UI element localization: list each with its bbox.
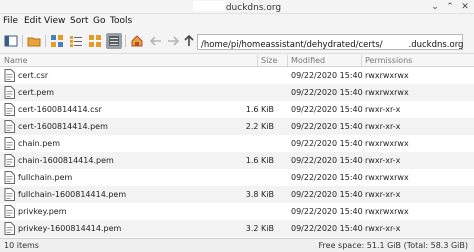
column-divider[interactable] xyxy=(287,55,288,66)
column-header-row: Name Size Modified Permissions xyxy=(0,54,474,67)
file-row[interactable]: fullchain-1600814414.pem 3.8 KiB 09/22/2… xyxy=(0,186,474,203)
detailed-view-icon[interactable] xyxy=(106,33,122,49)
file-name: privkey-1600814414.pem xyxy=(18,224,122,233)
toolbar-separator xyxy=(45,35,46,47)
file-modified: 09/22/2020 15:40 xyxy=(291,207,363,216)
list-view-icon[interactable] xyxy=(87,33,103,49)
file-name: cert.pem xyxy=(18,88,55,97)
file-row[interactable]: fullchain.pem 09/22/2020 15:40 rwxrwxrwx xyxy=(0,169,474,186)
file-size: 1.6 KiB xyxy=(245,156,274,165)
column-divider[interactable] xyxy=(361,55,362,66)
column-header-modified[interactable]: Modified xyxy=(291,56,325,65)
file-row[interactable]: privkey-1600814414.pem 3.2 KiB 09/22/202… xyxy=(0,220,474,237)
file-icon xyxy=(4,154,15,167)
file-icon xyxy=(4,205,15,218)
file-row[interactable]: cert-1600814414.pem 2.2 KiB 09/22/2020 1… xyxy=(0,118,474,135)
file-size: 3.2 KiB xyxy=(245,224,274,233)
file-name: cert-1600814414.pem xyxy=(18,122,108,131)
file-row[interactable]: cert-1600814414.csr 1.6 KiB 09/22/2020 1… xyxy=(0,101,474,118)
toolbar-separator xyxy=(22,35,23,47)
file-permissions: rwxr-xr-x xyxy=(365,156,401,165)
file-permissions: rwxrwxrwx xyxy=(365,139,409,148)
file-permissions: rwxr-xr-x xyxy=(365,224,401,233)
home-icon[interactable] xyxy=(129,33,145,49)
menu-tools[interactable]: Tools xyxy=(110,16,132,26)
menu-sort[interactable]: Sort xyxy=(70,16,88,26)
window-title: duckdns.org xyxy=(225,3,282,13)
file-modified: 09/22/2020 15:40 xyxy=(291,105,363,114)
file-icon xyxy=(4,188,15,201)
redacted-block xyxy=(192,1,225,11)
file-row[interactable]: cert.pem 09/22/2020 15:40 rwxrwxrwx xyxy=(0,84,474,101)
file-icon xyxy=(4,120,15,133)
status-bar: 10 items Free space: 51.1 GiB (Total: 58… xyxy=(0,238,474,252)
file-icon xyxy=(4,171,15,184)
file-modified: 09/22/2020 15:40 xyxy=(291,88,363,97)
file-row[interactable]: chain-1600814414.pem 1.6 KiB 09/22/2020 … xyxy=(0,152,474,169)
toolbar: /home/pi/homeassistant/dehydrated/certs/… xyxy=(0,29,474,54)
icon-view-icon[interactable] xyxy=(49,33,65,49)
file-name: cert.csr xyxy=(18,71,49,80)
free-space: Free space: 51.1 GiB (Total: 58.3 GiB) xyxy=(318,241,468,250)
file-modified: 09/22/2020 15:40 xyxy=(291,156,363,165)
file-name: privkey.pem xyxy=(18,207,67,216)
column-divider[interactable] xyxy=(257,55,258,66)
file-permissions: rwxr-xr-x xyxy=(365,105,401,114)
window-title-wrap: duckdns.org xyxy=(0,1,474,13)
file-permissions: rwxrwxrwx xyxy=(365,88,409,97)
maximize-icon[interactable]: ⌃ xyxy=(444,1,456,13)
file-permissions: rwxr-xr-x xyxy=(365,122,401,131)
file-icon xyxy=(4,69,15,82)
file-row[interactable]: privkey.pem 09/22/2020 15:40 rwxrwxrwx xyxy=(0,203,474,220)
minimize-icon[interactable]: ⌄ xyxy=(429,1,441,13)
file-modified: 09/22/2020 15:40 xyxy=(291,173,363,182)
path-input[interactable]: /home/pi/homeassistant/dehydrated/certs/… xyxy=(197,34,463,50)
file-icon xyxy=(4,222,15,235)
menu-file[interactable]: File xyxy=(3,16,18,26)
close-icon[interactable]: ✕ xyxy=(459,1,471,13)
back-icon[interactable] xyxy=(148,33,164,49)
forward-icon[interactable] xyxy=(165,33,181,49)
file-icon xyxy=(4,86,15,99)
menu-bar: File Edit View Sort Go Tools xyxy=(0,14,474,29)
column-header-permissions[interactable]: Permissions xyxy=(365,56,412,65)
file-modified: 09/22/2020 15:40 xyxy=(291,224,363,233)
file-size: 1.6 KiB xyxy=(245,105,274,114)
file-modified: 09/22/2020 15:40 xyxy=(291,122,363,131)
file-name: chain.pem xyxy=(18,139,60,148)
file-icon xyxy=(4,103,15,116)
file-size: 2.2 KiB xyxy=(245,122,274,131)
toolbar-separator xyxy=(125,35,126,47)
up-icon[interactable] xyxy=(181,33,197,49)
redacted-block xyxy=(382,37,409,47)
column-header-size[interactable]: Size xyxy=(261,56,277,65)
compact-view-icon[interactable] xyxy=(68,33,84,49)
file-name: fullchain.pem xyxy=(18,173,73,182)
file-name: cert-1600814414.csr xyxy=(18,105,102,114)
file-permissions: rwxrwxrwx xyxy=(365,207,409,216)
file-permissions: rwxrwxrwx xyxy=(365,71,409,80)
menu-go[interactable]: Go xyxy=(93,16,105,26)
file-modified: 09/22/2020 15:40 xyxy=(291,71,363,80)
path-suffix: .duckdns.org xyxy=(408,40,464,50)
path-text: /home/pi/homeassistant/dehydrated/certs/ xyxy=(201,40,383,50)
file-permissions: rwxr-xr-x xyxy=(365,190,401,199)
title-bar: duckdns.org ⌄ ⌃ ✕ xyxy=(0,0,474,14)
sidebar-toggle-icon[interactable] xyxy=(3,33,19,49)
file-name: chain-1600814414.pem xyxy=(18,156,114,165)
column-header-name[interactable]: Name xyxy=(4,56,28,65)
file-row[interactable]: cert.csr 09/22/2020 15:40 rwxrwxrwx xyxy=(0,67,474,84)
file-row[interactable]: chain.pem 09/22/2020 15:40 rwxrwxrwx xyxy=(0,135,474,152)
menu-edit[interactable]: Edit xyxy=(24,16,41,26)
file-icon xyxy=(4,137,15,150)
item-count: 10 items xyxy=(4,241,39,250)
file-permissions: rwxrwxrwx xyxy=(365,173,409,182)
file-modified: 09/22/2020 15:40 xyxy=(291,139,363,148)
new-folder-icon[interactable] xyxy=(26,33,42,49)
file-name: fullchain-1600814414.pem xyxy=(18,190,127,199)
menu-view[interactable]: View xyxy=(44,16,65,26)
file-modified: 09/22/2020 15:40 xyxy=(291,190,363,199)
file-size: 3.8 KiB xyxy=(245,190,274,199)
